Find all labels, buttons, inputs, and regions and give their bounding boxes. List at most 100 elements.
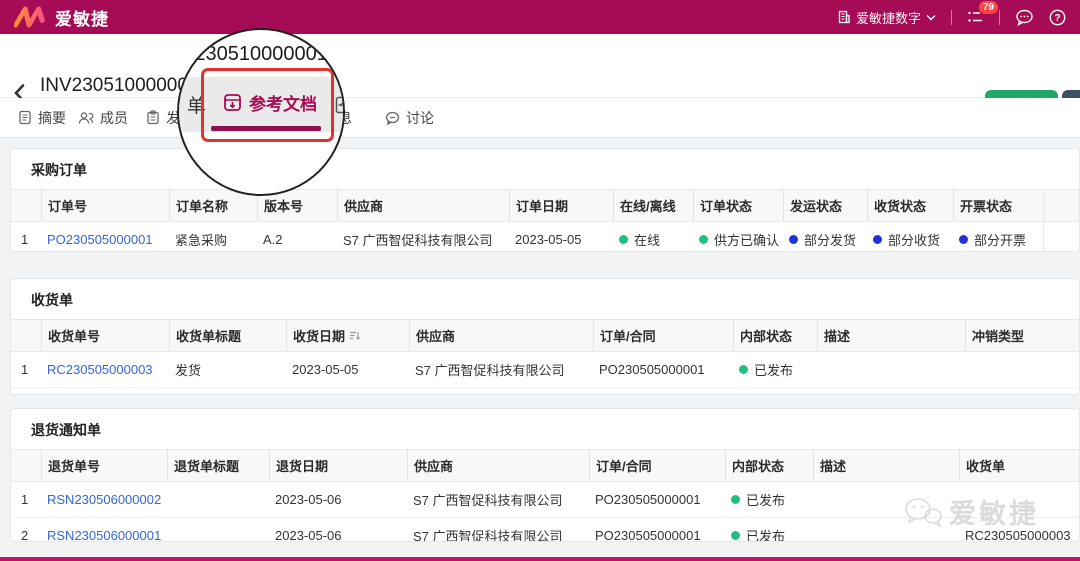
order-ref-cell: PO230505000001 (595, 528, 701, 542)
blue-status-dot (789, 235, 798, 244)
column-header[interactable]: 在线/离线 (613, 190, 693, 221)
offset-type-cell (965, 352, 1079, 387)
receive-status-cell: 部分收货 (867, 222, 953, 251)
column-header[interactable]: 订单名称 (169, 190, 257, 221)
column-header[interactable]: 订单号 (41, 190, 169, 221)
building-icon (838, 10, 850, 24)
section-title-return-notice: 退货通知单 (31, 422, 101, 438)
receipt-number-link[interactable]: RC230505000003 (47, 362, 153, 377)
brand-zigzag-icon (14, 6, 45, 28)
column-header[interactable]: 冲销类型 (965, 320, 1079, 351)
column-header-filler (1043, 190, 1079, 221)
table-row[interactable]: 2 RC230509000004 发货 2023-05-09 S7 广西智促科技… (11, 388, 1079, 394)
tab-label: 摘要 (38, 109, 66, 126)
green-status-dot (731, 531, 740, 540)
supplier-cell: S7 广西智促科技有限公司 (415, 363, 565, 378)
version-cell: A.2 (263, 232, 283, 247)
return-number-link[interactable]: RSN230506000001 (47, 528, 161, 541)
return-number-link[interactable]: RSN230506000002 (47, 492, 161, 507)
magnified-title-fragment: INV230510000001 (177, 43, 328, 65)
column-header[interactable]: 描述 (813, 450, 959, 481)
sort-icon (350, 331, 360, 340)
internal-status-cell: 已发布 (733, 388, 817, 394)
receipt-title-cell: 发货 (175, 363, 202, 378)
description-cell (817, 388, 965, 394)
column-header-seq (11, 320, 41, 351)
magnifier-circle: INV230510000001 单 参考文档 (177, 28, 345, 196)
members-icon (78, 111, 94, 125)
discussion-icon (385, 111, 400, 125)
document-icon (18, 110, 32, 125)
table-row[interactable]: 1 RC230505000003 发货 2023-05-05 S7 广西智促科技… (11, 352, 1079, 388)
purchase-order-panel: 采购订单 订单号 订单名称 版本号 供应商 订单日期 在线/离线 订单状态 发运… (10, 148, 1080, 252)
help-icon: ? (1049, 9, 1066, 25)
column-header[interactable]: 供应商 (407, 450, 589, 481)
supplier-cell: S7 广西智促科技有限公司 (413, 493, 563, 508)
online-status-cell: 在线 (613, 222, 693, 251)
column-header[interactable]: 订单/合同 (589, 450, 725, 481)
column-header[interactable]: 收货单 (959, 450, 1079, 481)
tasks-button[interactable]: 79 (967, 1, 998, 25)
table-row[interactable]: 1 RSN230506000002 2023-05-06 S7 广西智促科技有限… (11, 482, 1079, 518)
table-header-row: 订单号 订单名称 版本号 供应商 订单日期 在线/离线 订单状态 发运状态 收货… (11, 189, 1079, 222)
column-header[interactable]: 开票状态 (953, 190, 1043, 221)
column-header[interactable]: 发运状态 (783, 190, 867, 221)
supplier-cell: S7 广西智促科技有限公司 (343, 233, 493, 248)
internal-status-cell: 已发布 (725, 518, 813, 541)
column-header[interactable]: 内部状态 (725, 450, 813, 481)
column-header[interactable]: 退货单号 (41, 450, 167, 481)
brand-text: 爱敏捷 (55, 9, 109, 29)
column-header[interactable]: 收货单标题 (169, 320, 286, 351)
tasks-badge: 79 (978, 1, 998, 14)
tab-discussion[interactable]: 讨论 (385, 98, 434, 137)
bottom-accent-line (0, 557, 1080, 561)
row-seq: 2 (11, 388, 41, 394)
tab-summary[interactable]: 摘要 (18, 98, 66, 137)
internal-status-cell: 已发布 (733, 352, 817, 387)
send-icon (335, 96, 343, 119)
supplier-cell: S7 广西智促科技有限公司 (409, 388, 593, 394)
clipboard-icon (146, 110, 160, 125)
column-header[interactable]: 供应商 (409, 320, 593, 351)
invoice-status-cell: 部分开票 (953, 222, 1043, 251)
section-title-receipt: 收货单 (31, 292, 73, 308)
table-row[interactable]: 1 PO230505000001 紧急采购 A.2 S7 广西智促科技有限公司 … (11, 222, 1079, 251)
top-bar: 爱敏捷 爱敏捷数字 79 ? (0, 0, 1080, 34)
column-header[interactable]: 收货状态 (867, 190, 953, 221)
receipt-ref-cell (959, 482, 1079, 517)
org-label: 爱敏捷数字 (855, 10, 921, 26)
svg-text:?: ? (1054, 13, 1060, 24)
order-number-link[interactable]: PO230505000001 (47, 232, 153, 247)
column-header[interactable]: 订单日期 (509, 190, 613, 221)
receipt-panel: 收货单 收货单号 收货单标题 收货日期 供应商 订单/合同 内部状态 描述 冲销… (10, 278, 1080, 395)
column-header[interactable]: 收货单号 (41, 320, 169, 351)
org-switcher[interactable]: 爱敏捷数字 (837, 8, 936, 27)
ship-status-cell: 部分发货 (783, 222, 867, 251)
app-logo[interactable]: 爱敏捷 (14, 5, 109, 30)
column-header[interactable]: 退货日期 (269, 450, 407, 481)
row-seq: 1 (21, 492, 29, 507)
return-title-cell (167, 518, 269, 541)
supplier-cell: S7 广西智促科技有限公司 (413, 529, 563, 542)
topbar-divider (951, 9, 952, 25)
table-row[interactable]: 2 RSN230506000001 2023-05-06 S7 广西智促科技有限… (11, 518, 1079, 542)
messages-button[interactable] (1015, 9, 1034, 26)
help-button[interactable]: ? (1049, 9, 1066, 26)
internal-status-cell: 已发布 (725, 482, 813, 517)
description-cell (813, 482, 959, 517)
column-header[interactable]: 供应商 (337, 190, 509, 221)
order-ref-cell: PO230505000001 (599, 362, 705, 377)
column-header[interactable]: 内部状态 (733, 320, 817, 351)
document-header: INV230510000001 采购普通发票 | 待校验 | 编 本: A.1 … (0, 34, 1080, 127)
row-seq: 1 (21, 362, 29, 377)
order-date-cell: 2023-05-05 (515, 232, 582, 247)
column-header[interactable]: 描述 (817, 320, 965, 351)
tab-members[interactable]: 成员 (78, 98, 128, 137)
column-header-sorted[interactable]: 收货日期 (286, 320, 409, 351)
page-title: INV230510000001 (40, 75, 199, 96)
column-header[interactable]: 订单状态 (693, 190, 783, 221)
column-header[interactable]: 订单/合同 (593, 320, 733, 351)
green-status-dot (619, 235, 628, 244)
column-header[interactable]: 退货单标题 (167, 450, 269, 481)
description-cell (817, 352, 965, 387)
